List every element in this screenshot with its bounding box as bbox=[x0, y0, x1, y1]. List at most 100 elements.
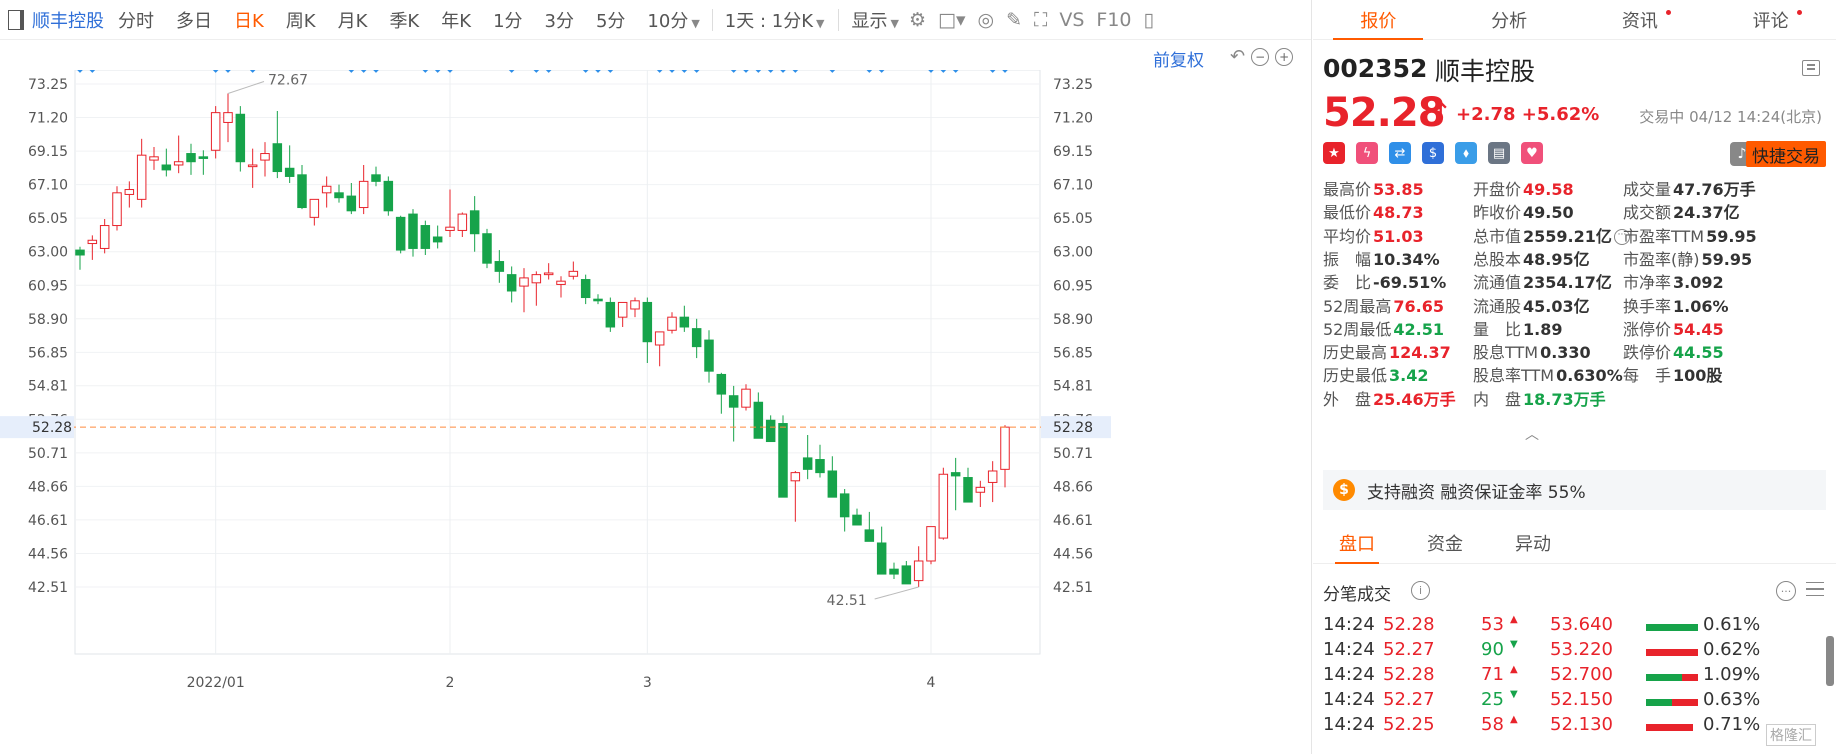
field-value: 0.630% bbox=[1556, 366, 1623, 386]
panel-toggle-icon[interactable] bbox=[8, 9, 24, 30]
dollar-icon[interactable]: $ bbox=[1422, 142, 1444, 164]
field-label: 52周最低 bbox=[1323, 319, 1392, 339]
candle-body bbox=[926, 526, 936, 562]
list-icon[interactable] bbox=[1806, 582, 1824, 596]
y-tick-right: 56.85 bbox=[1053, 345, 1093, 361]
scrollbar[interactable] bbox=[1826, 636, 1834, 686]
tick-price: 52.25 bbox=[1383, 714, 1435, 735]
tab-day-k[interactable]: 日K bbox=[234, 7, 264, 33]
candle-body bbox=[408, 213, 418, 249]
last-price: 52.28 bbox=[1323, 90, 1446, 136]
quote-tabs: 报价 分析 资讯 评论 bbox=[1313, 0, 1836, 40]
zoom-in-icon[interactable]: + bbox=[1275, 48, 1294, 66]
tick-direction-icon: ▲ bbox=[1510, 664, 1518, 675]
candlestick-chart[interactable]: 73.25 73.25 71.20 71.20 69.15 69.15 67.10 67.10… bbox=[0, 70, 1312, 754]
stock-title[interactable]: 顺丰控股 bbox=[32, 7, 104, 33]
pen-icon[interactable]: ✎ bbox=[1006, 9, 1022, 31]
tab-year-k[interactable]: 年K bbox=[441, 7, 471, 33]
candle-body bbox=[642, 301, 653, 343]
tick-percent: 0.63% bbox=[1703, 689, 1761, 710]
tab-comments[interactable]: 评论 bbox=[1705, 0, 1836, 39]
period-label: 1天 : 1分K bbox=[724, 10, 814, 32]
field-value: 48.73 bbox=[1373, 203, 1424, 223]
divider bbox=[838, 8, 840, 31]
field-label: 成交量 bbox=[1623, 180, 1672, 199]
field-value: 44.55 bbox=[1673, 343, 1724, 363]
field-label: 开盘价 bbox=[1473, 180, 1522, 199]
green-bar bbox=[1646, 624, 1698, 631]
tick-percent: 0.61% bbox=[1703, 614, 1761, 635]
y-tick-right: 44.56 bbox=[1053, 546, 1093, 562]
quote-field: 历史最低 3.42 bbox=[1323, 362, 1429, 386]
field-value: 49.58 bbox=[1523, 180, 1574, 199]
tick-volume: 53 bbox=[1481, 614, 1504, 635]
sidebar-toggle-icon[interactable]: ▯ bbox=[1144, 9, 1154, 31]
quick-trade-button[interactable]: 快捷交易 bbox=[1746, 141, 1826, 167]
unread-dot bbox=[1666, 10, 1672, 15]
tab-anomaly[interactable]: 异动 bbox=[1489, 522, 1577, 563]
tab-orderbook[interactable]: 盘口 bbox=[1313, 522, 1401, 564]
tab-analysis[interactable]: 分析 bbox=[1444, 0, 1575, 39]
square-select-icon[interactable]: □▾ bbox=[938, 9, 966, 31]
candle-body bbox=[950, 472, 961, 477]
field-label: 历史最高 bbox=[1323, 343, 1388, 363]
field-value: 76.65 bbox=[1393, 296, 1444, 316]
change-percent: +5.62% bbox=[1521, 104, 1600, 125]
tab-multiday[interactable]: 多日 bbox=[176, 7, 212, 33]
max-price-label: 72.67 bbox=[268, 72, 308, 88]
info-icon[interactable]: i bbox=[1411, 581, 1430, 600]
candle-body bbox=[469, 210, 480, 235]
y-tick-left: 46.61 bbox=[28, 513, 68, 529]
tab-fund-flow[interactable]: 资金 bbox=[1401, 522, 1489, 563]
field-value: 42.51 bbox=[1393, 319, 1444, 339]
y-tick-left: 44.56 bbox=[28, 546, 68, 562]
unread-dot bbox=[1797, 10, 1802, 15]
field-label: 涨停价 bbox=[1623, 319, 1672, 339]
adjust-mode-button[interactable]: 前复权 bbox=[1153, 46, 1204, 71]
zoom-out-icon[interactable]: − bbox=[1251, 48, 1270, 66]
tab-1min[interactable]: 1分 bbox=[493, 7, 522, 33]
tab-quote[interactable]: 报价 bbox=[1313, 0, 1444, 39]
fullscreen-icon[interactable]: ⛶ bbox=[1034, 9, 1047, 31]
tab-fund-flow-label: 资金 bbox=[1427, 533, 1463, 555]
shuffle-icon[interactable]: ⇄ bbox=[1389, 142, 1411, 164]
tag-icon[interactable]: ⬧ bbox=[1455, 142, 1477, 164]
gear-icon[interactable]: ⚙ bbox=[909, 9, 926, 31]
collapse-icon[interactable]: ︿ bbox=[1525, 424, 1539, 444]
tick-time: 14:24 bbox=[1323, 689, 1375, 710]
more-icon[interactable]: ··· bbox=[1776, 581, 1796, 601]
candle-body bbox=[284, 167, 295, 177]
flash-icon[interactable]: ϟ bbox=[1356, 142, 1378, 164]
menu-icon[interactable] bbox=[1802, 60, 1820, 76]
period-select[interactable]: 1天 : 1分K ▼ bbox=[725, 7, 825, 33]
tick-percent: 1.09% bbox=[1703, 664, 1761, 685]
tab-fenshi[interactable]: 分时 bbox=[118, 7, 154, 33]
display-menu[interactable]: 显示 ▼ bbox=[851, 7, 898, 33]
candle-body bbox=[149, 156, 159, 161]
candle-body bbox=[778, 423, 788, 498]
vs-compare-icon[interactable]: VS bbox=[1059, 9, 1084, 31]
notebook-icon[interactable]: ▤ bbox=[1488, 142, 1510, 164]
field-label: 市盈率(静) bbox=[1623, 249, 1700, 269]
f10-icon[interactable]: F10 bbox=[1096, 9, 1131, 31]
candle-body bbox=[987, 470, 998, 483]
tab-news[interactable]: 资讯 bbox=[1575, 0, 1706, 39]
tab-10min[interactable]: 10分 ▼ bbox=[647, 7, 699, 33]
y-tick-left: 63.00 bbox=[28, 245, 68, 261]
field-value: 3.42 bbox=[1389, 366, 1429, 386]
tick-price: 52.28 bbox=[1383, 664, 1435, 685]
camera-icon[interactable]: ◎ bbox=[978, 9, 995, 31]
tab-5min[interactable]: 5分 bbox=[596, 7, 625, 33]
tab-3min[interactable]: 3分 bbox=[545, 7, 574, 33]
tab-month-k[interactable]: 月K bbox=[338, 7, 368, 33]
candle-body bbox=[247, 164, 258, 168]
heart-icon[interactable]: ♥ bbox=[1521, 142, 1543, 164]
candle-body bbox=[556, 280, 566, 285]
current-price-tag: 52.28 bbox=[1053, 420, 1093, 436]
tab-week-k[interactable]: 周K bbox=[286, 7, 316, 33]
tab-quarter-k[interactable]: 季K bbox=[389, 7, 419, 33]
undo-icon[interactable]: ↶ bbox=[1230, 48, 1245, 66]
green-bar bbox=[1646, 674, 1683, 681]
chevron-down-icon: ▼ bbox=[691, 16, 700, 30]
field-value: 24.37亿 bbox=[1673, 203, 1740, 223]
